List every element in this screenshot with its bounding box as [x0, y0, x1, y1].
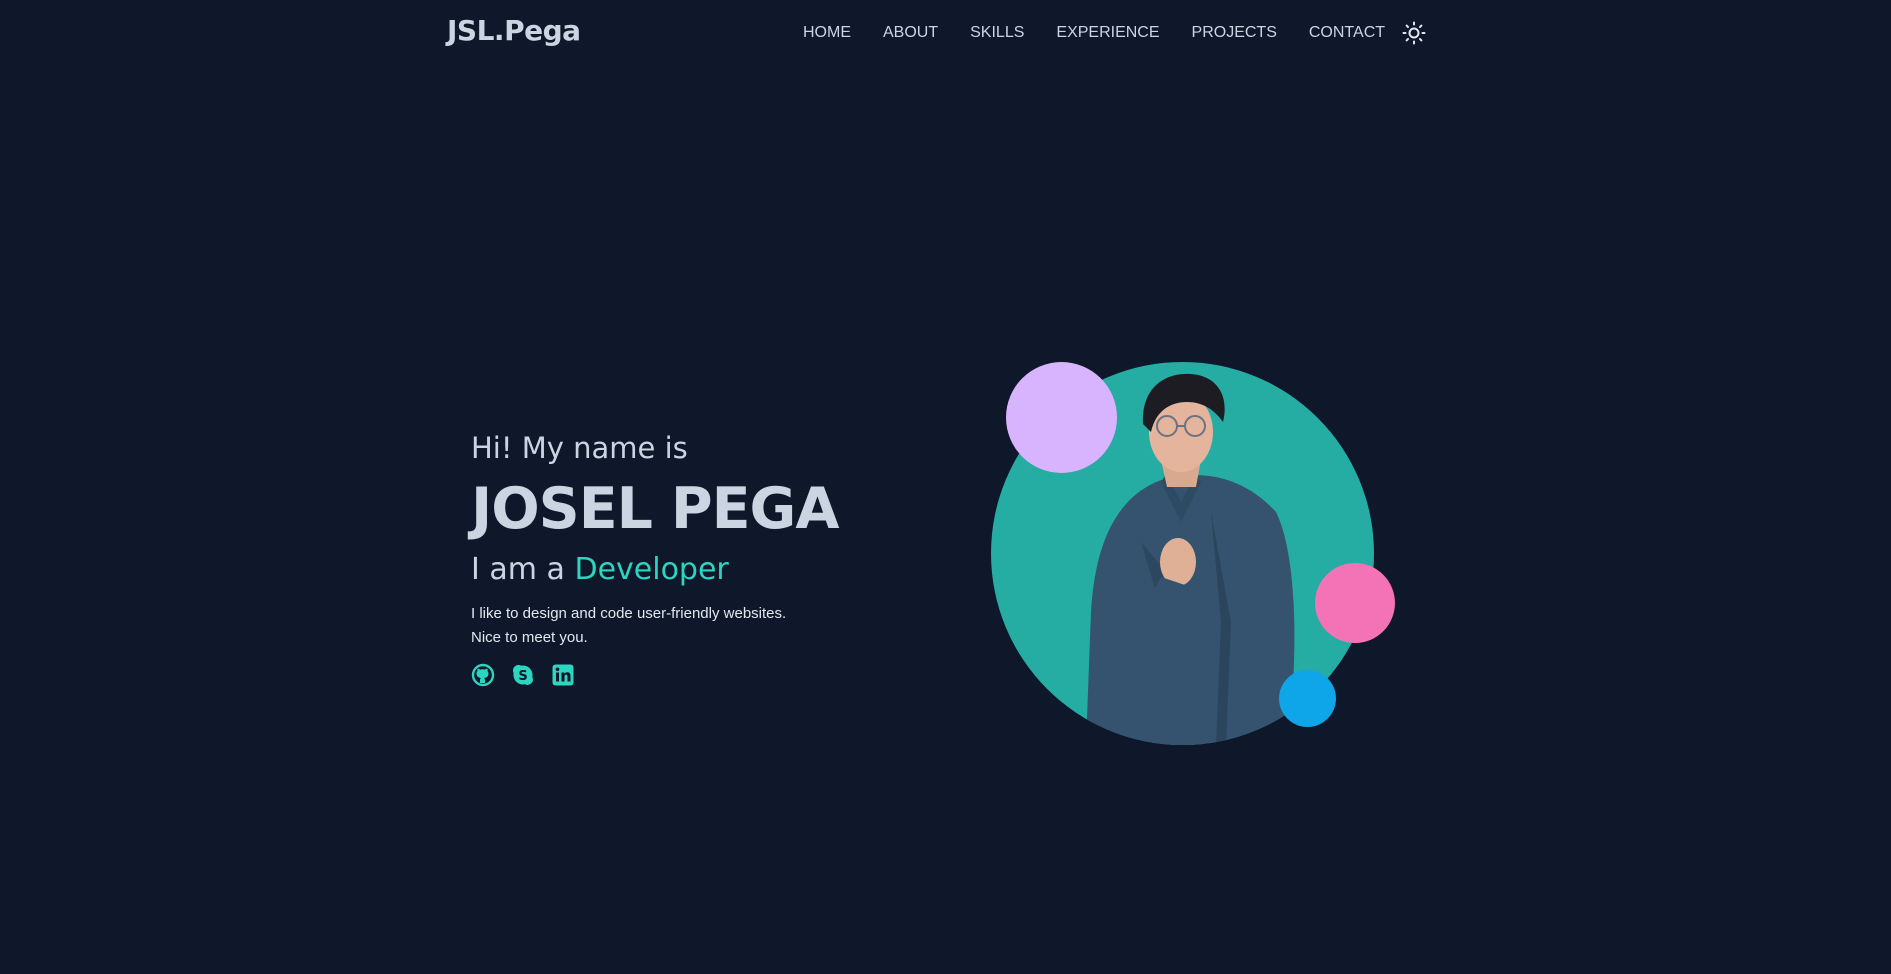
skype-icon: S	[512, 664, 533, 685]
theme-toggle-button[interactable]	[1400, 19, 1428, 47]
hero-intro: Hi! My name is JOSEL PEGA I am a Develop…	[471, 424, 891, 688]
linkedin-link[interactable]	[551, 662, 575, 688]
hero-description: I like to design and code user-friendly …	[471, 602, 891, 650]
nav-item-skills: SKILLS	[970, 22, 1024, 42]
github-icon	[471, 663, 495, 687]
decorative-circle-blue	[1279, 670, 1336, 727]
social-links: S	[471, 662, 891, 688]
nav-item-home: HOME	[803, 22, 851, 42]
nav-link-experience[interactable]: EXPERIENCE	[1056, 24, 1159, 41]
logo-link[interactable]: JSL.Pega	[447, 14, 581, 47]
decorative-circle-pink	[1315, 563, 1395, 643]
decorative-circle-violet	[1006, 362, 1117, 473]
hero-name: JOSEL PEGA	[471, 476, 839, 542]
nav-item-about: ABOUT	[883, 22, 938, 42]
github-link[interactable]	[471, 662, 495, 688]
svg-text:S: S	[518, 669, 527, 684]
nav-link-home[interactable]: HOME	[803, 24, 851, 41]
hero-description-line2: Nice to meet you.	[471, 629, 588, 646]
nav-link-about[interactable]: ABOUT	[883, 24, 938, 41]
hero-description-line1: I like to design and code user-friendly …	[471, 605, 787, 622]
linkedin-icon	[552, 664, 574, 686]
hero-greeting: Hi! My name is	[471, 431, 688, 465]
nav-link-contact[interactable]: CONTACT	[1309, 24, 1385, 41]
hero-role: I am a Developer	[471, 548, 891, 592]
skype-link[interactable]: S	[511, 662, 535, 688]
nav-item-experience: EXPERIENCE	[1056, 22, 1159, 42]
nav-link-skills[interactable]: SKILLS	[970, 24, 1024, 41]
nav-item-contact: CONTACT	[1309, 22, 1385, 42]
main-nav: HOME ABOUT SKILLS EXPERIENCE PROJECTS CO…	[803, 22, 1385, 42]
nav-link-projects[interactable]: PROJECTS	[1192, 24, 1277, 41]
hero-role-highlight: Developer	[574, 552, 729, 587]
site-header: JSL.Pega HOME ABOUT SKILLS EXPERIENCE PR…	[0, 0, 1891, 66]
page: JSL.Pega HOME ABOUT SKILLS EXPERIENCE PR…	[0, 0, 1891, 974]
hero-role-prefix: I am a	[471, 552, 565, 587]
nav-item-projects: PROJECTS	[1192, 22, 1277, 42]
sun-icon	[1402, 21, 1426, 45]
